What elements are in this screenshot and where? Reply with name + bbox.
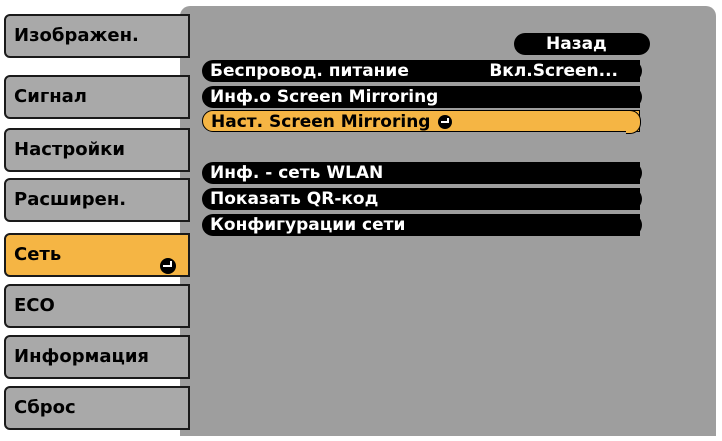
menu-item-network-config[interactable]: Конфигурации сети <box>202 214 642 236</box>
tab-label: Сброс <box>14 397 76 418</box>
tab-label: Информация <box>14 346 149 367</box>
tab-label: Изображен. <box>14 25 139 46</box>
tab-label: Сигнал <box>14 86 87 107</box>
tab-label: Сеть <box>14 244 62 265</box>
menu-item-show-qr[interactable]: Показать QR-код <box>202 188 642 210</box>
menu-item-label: Наст. Screen Mirroring <box>211 111 453 133</box>
menu-item-mirroring-info[interactable]: Инф.о Screen Mirroring <box>202 86 642 108</box>
tab-label: Настройки <box>14 139 126 160</box>
menu-item-label: Инф.о Screen Mirroring <box>210 87 439 107</box>
tab-image[interactable]: Изображен. <box>4 14 190 58</box>
menu-item-mirroring-settings[interactable]: Наст. Screen Mirroring <box>202 110 641 134</box>
tab-signal[interactable]: Сигнал <box>4 75 190 119</box>
menu-item-value: Вкл.Screen... <box>489 61 618 81</box>
back-button[interactable]: Назад <box>514 33 650 55</box>
back-label: Назад <box>546 34 607 54</box>
menu-item-label: Инф. - сеть WLAN <box>210 163 384 183</box>
tab-extended[interactable]: Расширен. <box>4 178 190 222</box>
return-icon <box>438 115 453 129</box>
tab-label: ECO <box>14 295 55 316</box>
tab-info[interactable]: Информация <box>4 335 190 379</box>
menu-item-wireless-power[interactable]: Беспровод. питание Вкл.Screen... <box>202 60 642 82</box>
menu-item-label: Беспровод. питание <box>210 61 409 81</box>
menu-item-label: Показать QR-код <box>210 189 379 209</box>
return-icon <box>152 247 176 287</box>
tab-eco[interactable]: ECO <box>4 284 190 328</box>
menu-item-wlan-info[interactable]: Инф. - сеть WLAN <box>202 162 642 184</box>
tab-label: Расширен. <box>14 189 127 210</box>
tab-settings[interactable]: Настройки <box>4 128 190 172</box>
tab-network[interactable]: Сеть <box>4 233 190 277</box>
tab-reset[interactable]: Сброс <box>4 386 190 430</box>
menu-item-label: Конфигурации сети <box>210 215 406 235</box>
